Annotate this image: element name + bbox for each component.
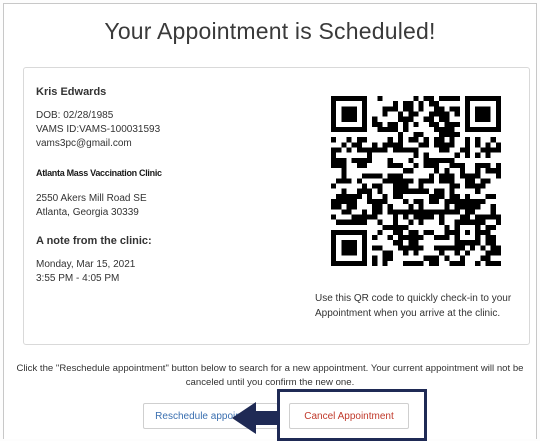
clinic-note-heading: A note from the clinic: xyxy=(36,235,152,247)
clinic-address-line1: 2550 Akers Mill Road SE xyxy=(36,193,147,204)
qr-caption: Use this QR code to quickly check-in to … xyxy=(315,293,512,319)
patient-vams-id: VAMS ID:VAMS-100031593 xyxy=(36,124,161,135)
patient-name: Kris Edwards xyxy=(36,86,107,98)
patient-dob: DOB: 02/28/1985 xyxy=(36,110,114,121)
reschedule-appointment-button[interactable]: Reschedule appointment xyxy=(143,403,278,429)
cancel-appointment-button[interactable]: Cancel Appointment xyxy=(289,403,409,429)
qr-code xyxy=(331,96,501,266)
appointment-date: Monday, Mar 15, 2021 xyxy=(36,259,136,270)
clinic-name: Atlanta Mass Vaccination Clinic xyxy=(36,168,162,178)
reschedule-info-text: Click the "Reschedule appointment" butto… xyxy=(16,363,524,388)
page-title: Your Appointment is Scheduled! xyxy=(104,18,436,44)
appointment-time: 3:55 PM - 4:05 PM xyxy=(36,273,120,284)
patient-email: vams3pc@gmail.com xyxy=(36,138,132,149)
clinic-address-line2: Atlanta, Georgia 30339 xyxy=(36,207,139,218)
